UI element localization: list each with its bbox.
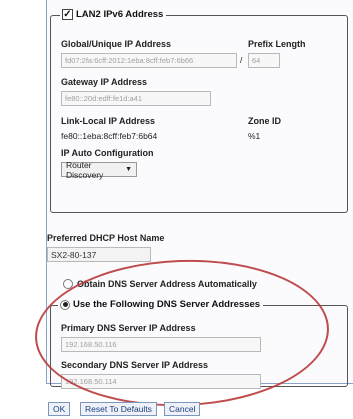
zone-id-label: Zone ID [248,116,281,126]
prefix-length-input[interactable]: 64 [248,53,280,68]
global-ip-label: Global/Unique IP Address [61,39,172,49]
lan2-ipv6-legend-label: LAN2 IPv6 Address [76,9,164,20]
prefix-length-label: Prefix Length [248,39,306,49]
zone-id-value: %1 [248,131,261,141]
ip-autoconf-select[interactable]: Router Discovery ▼ [61,159,137,180]
lan2-ipv6-checkbox[interactable]: ✓ [62,9,73,20]
checkmark-icon: ✓ [63,8,72,20]
linklocal-ip-value: fe80::1eba:8cff:feb7:6b64 [61,131,158,141]
gateway-ip-input[interactable]: fe80::20d:edff:fe1d:a41 [61,91,211,106]
dhcp-hostname-input[interactable]: SX2-80-137 [47,247,151,262]
global-ip-input[interactable]: fd07:2fa:6cff:2012:1eba:8cff:feb7:6b66 [61,53,237,68]
gateway-ip-label: Gateway IP Address [61,77,148,87]
lan2-ipv6-legend: ✓ LAN2 IPv6 Address [60,9,167,20]
ip-autoconf-value: Router Discovery [66,159,104,180]
linklocal-ip-label: Link-Local IP Address [61,116,156,126]
reset-defaults-button[interactable]: Reset To Defaults [80,402,157,416]
dhcp-hostname-label: Preferred DHCP Host Name [47,233,165,243]
prefix-separator: / [240,55,243,65]
ip-autoconf-label: IP Auto Configuration [61,148,154,158]
cancel-button[interactable]: Cancel [164,402,201,416]
dropdown-arrow-icon: ▼ [125,166,132,173]
ok-button[interactable]: OK [48,402,71,416]
